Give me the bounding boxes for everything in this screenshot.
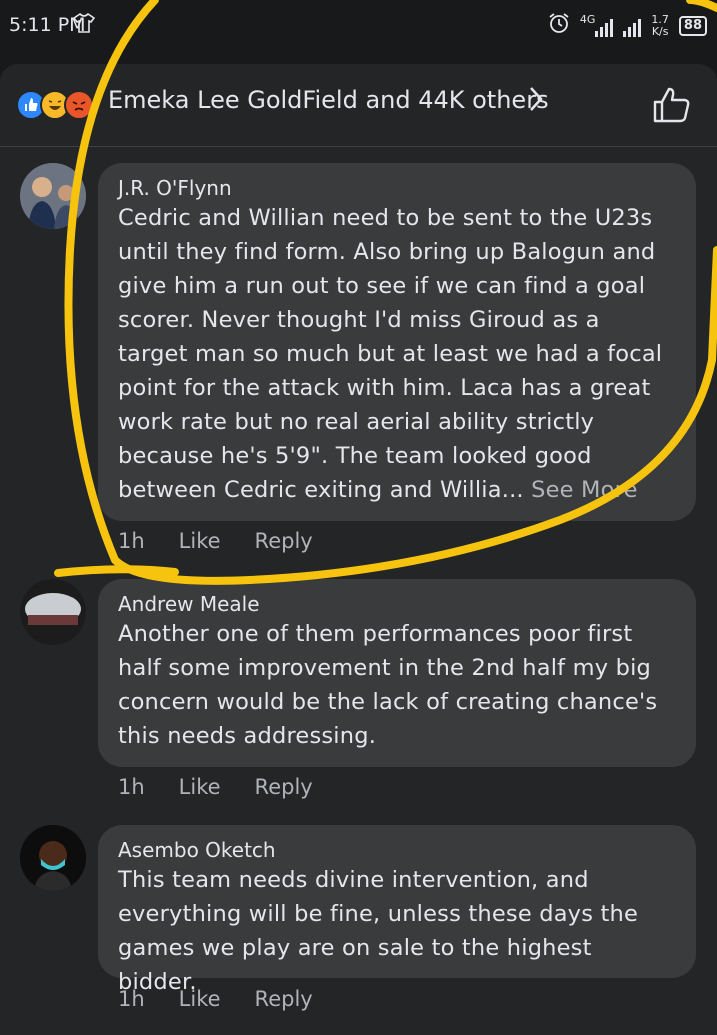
- comment-time: 1h: [118, 987, 145, 1011]
- comment-actions: 1h Like Reply: [118, 987, 313, 1011]
- avatar[interactable]: [20, 825, 86, 891]
- comment-author[interactable]: Andrew Meale: [118, 591, 676, 617]
- signal-icon-2: [623, 15, 642, 37]
- network-speed: 1.7 K/s: [651, 13, 669, 38]
- like-comment-button[interactable]: Like: [179, 987, 221, 1011]
- status-bar: 5:11 PM 4G 1.7 K/s 88: [0, 0, 717, 56]
- thumbs-up-icon: [653, 87, 690, 123]
- comment-bubble[interactable]: J.R. O'Flynn Cedric and Willian need to …: [98, 163, 696, 521]
- reply-button[interactable]: Reply: [255, 987, 313, 1011]
- tshirt-icon: [72, 12, 96, 38]
- reactions-bar[interactable]: Emeka Lee GoldField and 44K others: [0, 64, 717, 147]
- chevron-right-icon[interactable]: [526, 84, 546, 121]
- network-type: 4G: [579, 13, 596, 26]
- avatar[interactable]: [20, 163, 86, 229]
- like-comment-button[interactable]: Like: [179, 529, 221, 553]
- battery-icon: 88: [678, 15, 707, 36]
- comment-actions: 1h Like Reply: [118, 775, 313, 799]
- comment-text: Cedric and Willian need to be sent to th…: [118, 201, 676, 507]
- status-indicators: 4G 1.7 K/s 88: [548, 12, 707, 39]
- comment-time: 1h: [118, 529, 145, 553]
- like-post-button[interactable]: [652, 86, 692, 128]
- comment-body: Cedric and Willian need to be sent to th…: [118, 205, 663, 503]
- avatar[interactable]: [20, 579, 86, 645]
- comment-bubble[interactable]: Andrew Meale Another one of them perform…: [98, 579, 696, 767]
- angry-icon: [64, 90, 94, 120]
- comment-author[interactable]: Asembo Oketch: [118, 837, 676, 863]
- reaction-icons: [16, 90, 112, 120]
- like-comment-button[interactable]: Like: [179, 775, 221, 799]
- comment-time: 1h: [118, 775, 145, 799]
- signal-icon: [595, 15, 614, 37]
- speed-unit: K/s: [651, 24, 669, 38]
- reply-button[interactable]: Reply: [255, 529, 313, 553]
- comment-text: This team needs divine intervention, and…: [118, 867, 638, 995]
- comment-actions: 1h Like Reply: [118, 529, 313, 553]
- comment-text: Another one of them performances poor fi…: [118, 621, 658, 749]
- comment-author[interactable]: J.R. O'Flynn: [118, 175, 676, 201]
- see-more-link[interactable]: See More: [531, 477, 638, 503]
- alarm-icon: [548, 12, 570, 39]
- reactions-summary[interactable]: Emeka Lee GoldField and 44K others: [108, 86, 549, 114]
- comment-bubble[interactable]: Asembo Oketch This team needs divine int…: [98, 825, 696, 995]
- reply-button[interactable]: Reply: [255, 775, 313, 799]
